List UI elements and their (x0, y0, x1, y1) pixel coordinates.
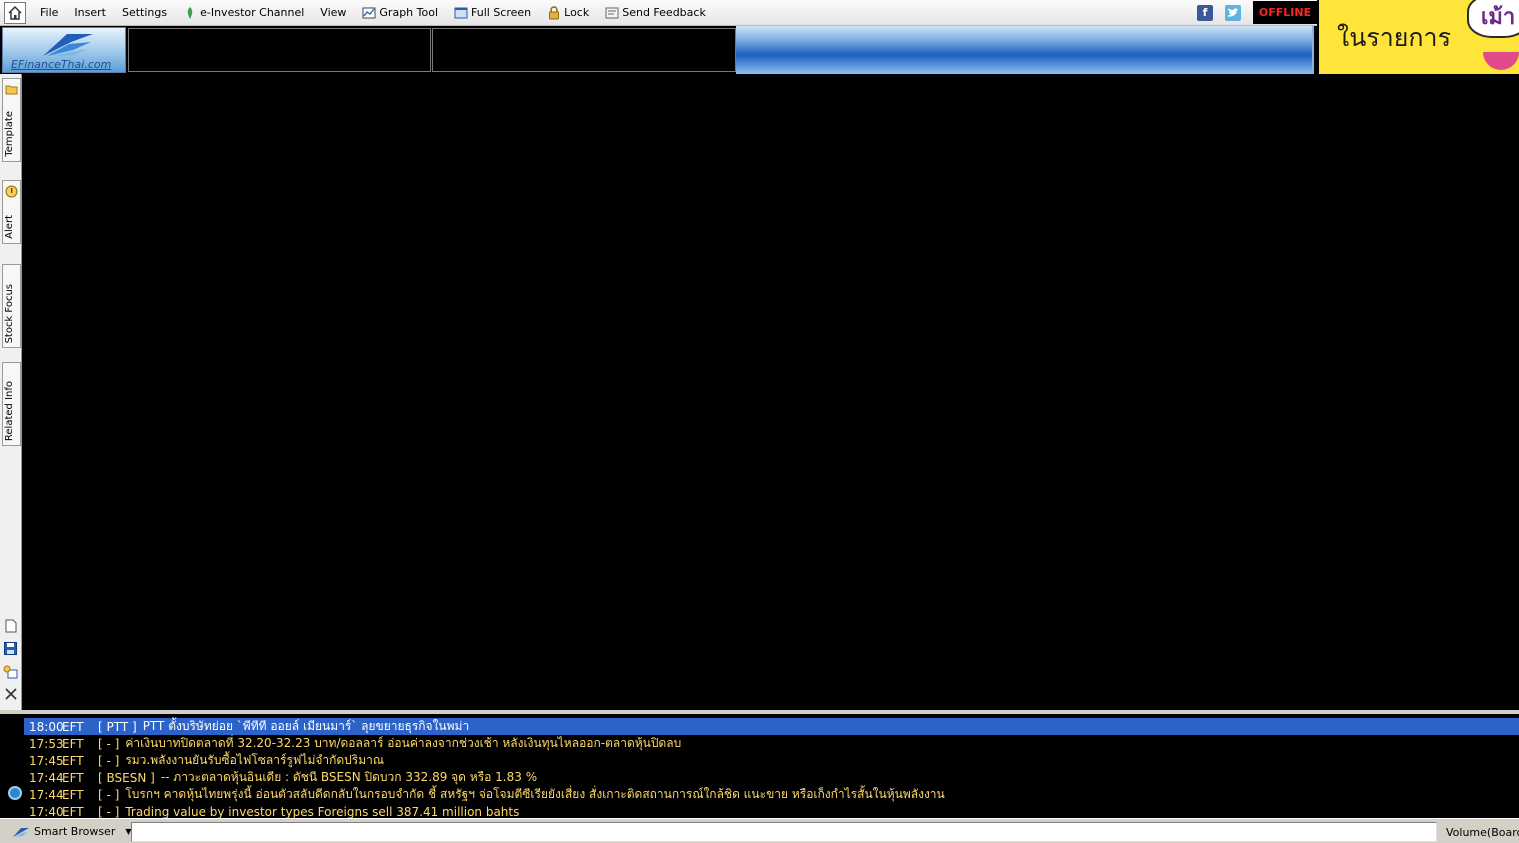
news-time: 17:45 (29, 753, 64, 768)
quote-panel-2[interactable] (432, 28, 736, 72)
ad-bubble-text: เม้า (1480, 4, 1516, 30)
connection-status-badge: OFFLINE (1253, 1, 1317, 24)
news-source: EFT (62, 804, 84, 819)
news-indicator-icon[interactable] (8, 786, 22, 800)
folder-icon (5, 85, 18, 95)
side-tab-alert-label: Alert (4, 215, 15, 239)
news-row[interactable]: 17:44 EFT [ - ] โบรกฯ คาดหุ้นไทยพรุ่งนี้… (24, 786, 1519, 803)
side-tab-template-label: Template (4, 111, 15, 157)
news-row[interactable]: 17:53 EFT [ - ] ค่าเงินบาทปิดตลาดที่ 32.… (24, 735, 1519, 752)
lips-graphic (1483, 52, 1519, 70)
graph-tool-icon (362, 7, 376, 18)
news-symbol: [ PTT ] (98, 719, 137, 734)
news-headline: โบรกฯ คาดหุ้นไทยพรุ่งนี้ อ่อนตัวสลับดีดก… (125, 787, 945, 801)
news-symbol: [ - ] (98, 804, 120, 819)
layout-button[interactable] (3, 664, 18, 679)
news-symbol: [ - ] (98, 787, 120, 802)
url-input[interactable] (131, 822, 1437, 842)
ad-text: ในรายการ (1337, 23, 1452, 52)
side-tab-related-info[interactable]: Related Info (2, 362, 21, 446)
news-time: 17:44 (29, 770, 64, 785)
news-panel: 18:00 EFT [ PTT ] PTT ตั้งบริษัทย่อย `พี… (0, 710, 1519, 819)
smart-browser-icon (13, 827, 29, 837)
news-time: 18:00 (29, 719, 64, 734)
smart-browser-button[interactable]: Smart Browser ▼ (12, 822, 132, 841)
news-source: EFT (62, 770, 84, 785)
news-source: EFT (62, 787, 84, 802)
side-tab-template[interactable]: Template (2, 78, 21, 162)
e-investor-icon (187, 6, 193, 19)
side-tab-stock-focus-label: Stock Focus (4, 283, 15, 343)
menu-graph-tool[interactable]: Graph Tool (354, 2, 446, 24)
save-icon (4, 642, 17, 655)
main-workspace[interactable] (23, 74, 1519, 710)
news-gutter (0, 714, 24, 818)
menu-file[interactable]: File (32, 2, 66, 24)
news-time: 17:40 (29, 804, 64, 819)
menu-lock[interactable]: Lock (539, 2, 597, 24)
news-row[interactable]: 18:00 EFT [ PTT ] PTT ตั้งบริษัทย่อย `พี… (24, 718, 1519, 735)
close-button[interactable] (3, 686, 18, 701)
full-screen-icon (454, 7, 468, 18)
alert-icon (5, 185, 18, 198)
news-symbol: [ - ] (98, 753, 120, 768)
news-row[interactable]: 17:45 EFT [ - ] รมว.พลังงานยันรับซื้อไฟโ… (24, 752, 1519, 769)
menu-e-investor-channel[interactable]: e-Investor Channel (175, 2, 312, 24)
status-bar: Smart Browser ▼ Volume(Board l (0, 818, 1519, 843)
menu-right-group: f OFFLINE (1197, 0, 1317, 25)
news-symbol: [ BSESN ] (98, 770, 155, 785)
efinancethai-logo[interactable]: EFinanceThai.com (2, 27, 126, 73)
feedback-icon (605, 7, 619, 18)
header-strip: EFinanceThai.com (0, 26, 1317, 74)
advertisement-banner[interactable]: ในรายการ เม้า (1319, 0, 1519, 74)
lock-icon (549, 5, 560, 19)
news-symbol: [ - ] (98, 736, 120, 751)
side-tab-alert[interactable]: Alert (2, 180, 21, 244)
menu-full-screen[interactable]: Full Screen (446, 2, 539, 24)
side-tab-strip: Template Alert Stock Focus Related Info (0, 74, 22, 710)
menu-settings[interactable]: Settings (114, 2, 175, 24)
logo-wing-icon (43, 34, 93, 56)
smart-browser-label: Smart Browser (34, 825, 116, 838)
news-source: EFT (62, 736, 84, 751)
news-headline: Trading value by investor types Foreigns… (125, 804, 520, 819)
new-document-icon (5, 619, 16, 632)
menu-send-feedback[interactable]: Send Feedback (597, 2, 714, 24)
menu-insert[interactable]: Insert (66, 2, 114, 24)
layout-icon (3, 665, 18, 678)
news-source: EFT (62, 719, 84, 734)
new-document-button[interactable] (3, 618, 18, 633)
home-button[interactable] (4, 1, 26, 24)
news-source: EFT (62, 753, 84, 768)
twitter-bird-glyph (1227, 7, 1239, 17)
news-time: 17:44 (29, 787, 64, 802)
facebook-icon[interactable]: f (1197, 4, 1213, 21)
news-time: 17:53 (29, 736, 64, 751)
side-tab-related-info-label: Related Info (4, 380, 15, 441)
menu-bar: File Insert Settings e-Investor Channel … (0, 0, 1317, 26)
close-icon (4, 687, 17, 700)
news-row[interactable]: 17:44 EFT [ BSESN ] -- ภาวะตลาดหุ้นอินเด… (24, 769, 1519, 786)
logo-text: EFinanceThai.com (11, 58, 112, 71)
ad-speech-bubble: เม้า (1467, 0, 1519, 38)
menu-view[interactable]: View (312, 2, 354, 24)
save-button[interactable] (3, 641, 18, 656)
home-icon (8, 5, 22, 20)
volume-board-label[interactable]: Volume(Board l (1446, 822, 1519, 842)
quote-panel-1[interactable] (128, 28, 431, 72)
header-decorative-band (736, 26, 1314, 74)
twitter-icon[interactable] (1225, 4, 1241, 21)
side-tab-stock-focus[interactable]: Stock Focus (2, 264, 21, 348)
